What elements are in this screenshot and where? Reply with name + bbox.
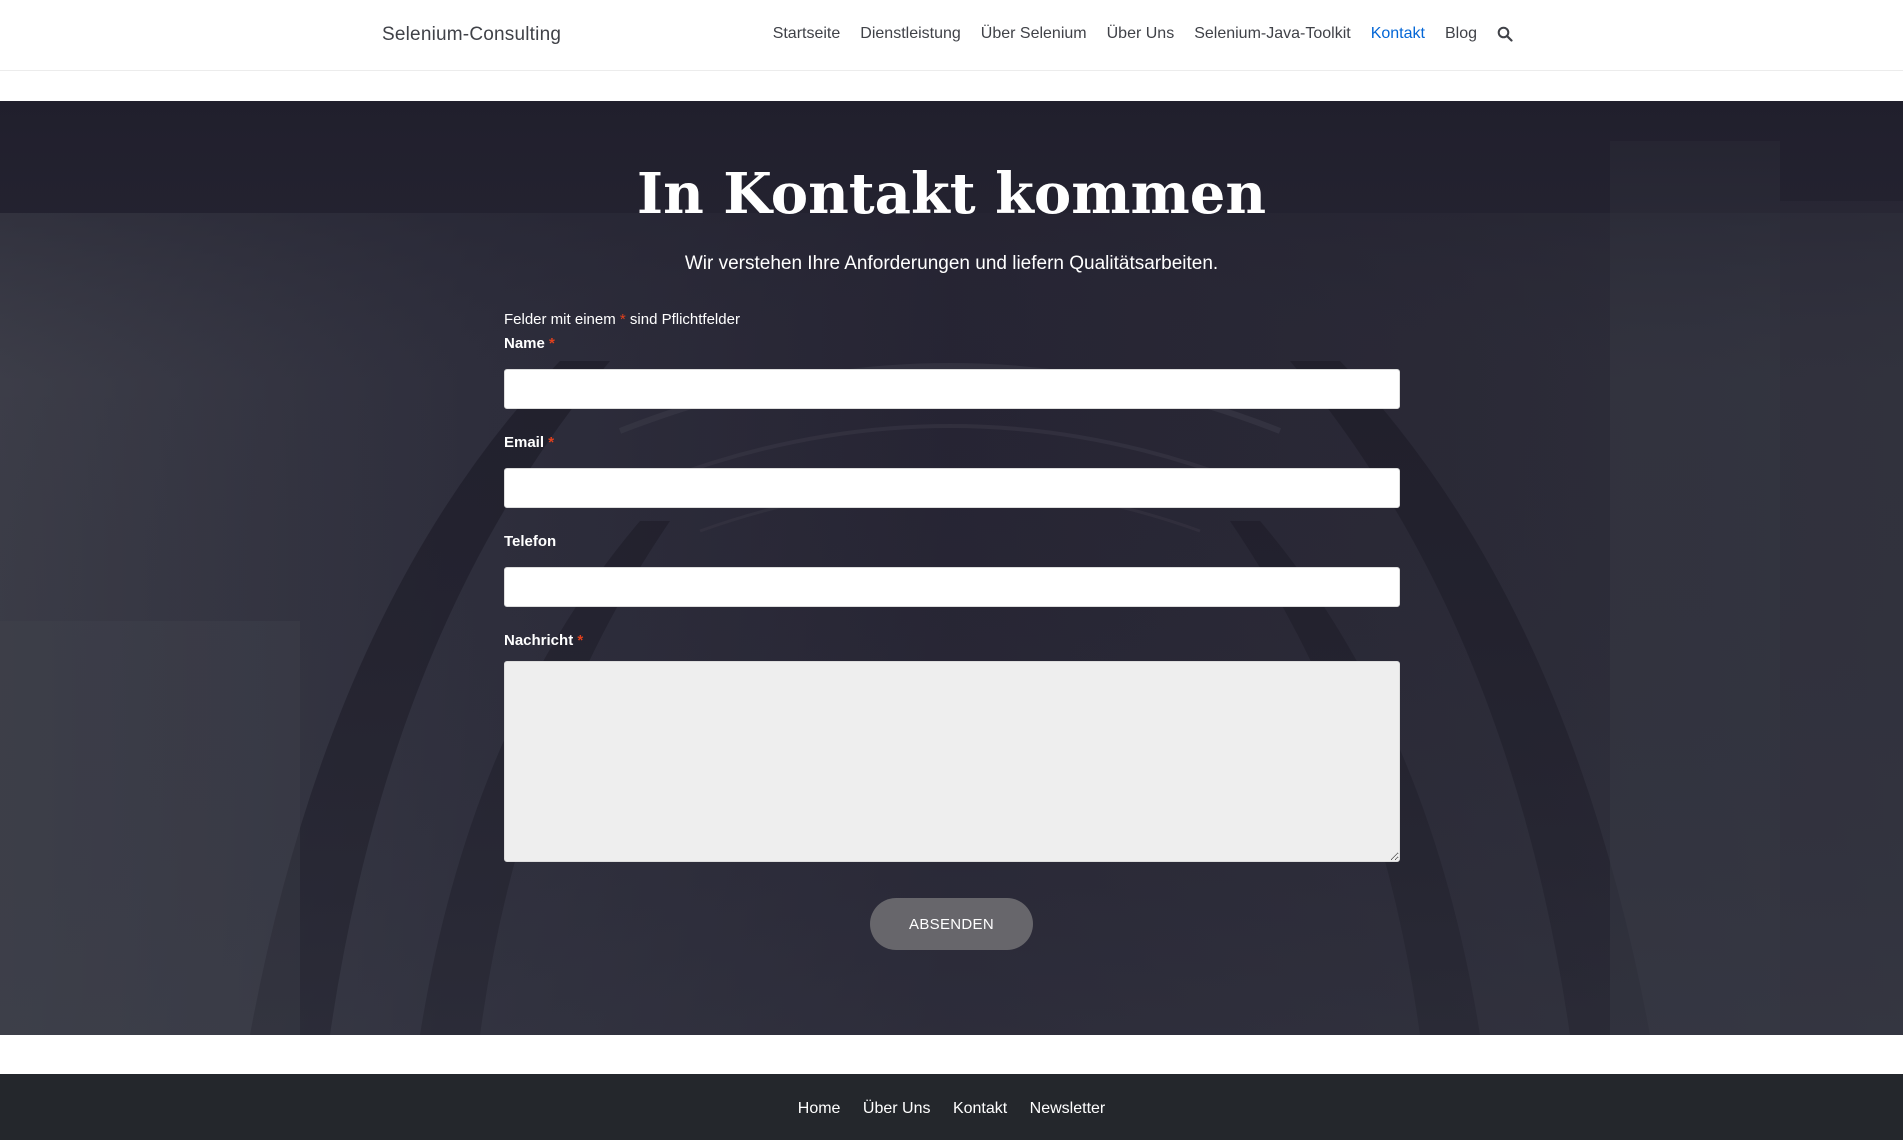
- required-marker: *: [548, 434, 555, 451]
- submit-button[interactable]: ABSENDEN: [870, 898, 1033, 950]
- page-title: In Kontakt kommen: [636, 161, 1267, 227]
- search-icon[interactable]: [1497, 26, 1513, 42]
- name-label: Name *: [504, 335, 1400, 357]
- phone-label-text: Telefon: [504, 533, 557, 550]
- name-input[interactable]: [504, 369, 1400, 409]
- email-label: Email *: [504, 434, 1400, 456]
- name-label-text: Name: [504, 335, 545, 352]
- required-marker: *: [619, 311, 626, 328]
- nav-item-ueber-uns[interactable]: Über Uns: [1107, 25, 1175, 43]
- phone-input[interactable]: [504, 567, 1400, 607]
- footer-link-kontakt[interactable]: Kontakt: [953, 1100, 1007, 1118]
- message-label-text: Nachricht: [504, 632, 574, 649]
- nav-item-kontakt[interactable]: Kontakt: [1371, 25, 1425, 43]
- page-subtitle: Wir verstehen Ihre Anforderungen und lie…: [684, 253, 1219, 274]
- email-label-text: Email: [504, 434, 545, 451]
- footer-link-newsletter[interactable]: Newsletter: [1030, 1100, 1106, 1118]
- nav-item-ueber-selenium[interactable]: Über Selenium: [981, 25, 1087, 43]
- site-title[interactable]: Selenium-Consulting: [382, 24, 561, 46]
- name-field-group: Name *: [504, 335, 1400, 434]
- required-marker: *: [577, 632, 584, 649]
- phone-field-group: Telefon: [504, 533, 1400, 632]
- footer-link-home[interactable]: Home: [798, 1100, 841, 1118]
- nav-item-blog[interactable]: Blog: [1445, 25, 1477, 43]
- nav-item-dienstleistung[interactable]: Dienstleistung: [860, 25, 961, 43]
- site-footer: Home Über Uns Kontakt Newsletter: [0, 1074, 1903, 1140]
- required-note-suffix: sind Pflichtfelder: [629, 311, 740, 328]
- required-marker: *: [549, 335, 555, 352]
- nav-item-selenium-java-toolkit[interactable]: Selenium-Java-Toolkit: [1194, 25, 1351, 43]
- message-textarea[interactable]: [504, 661, 1400, 862]
- contact-hero: In Kontakt kommen Wir verstehen Ihre Anf…: [0, 101, 1903, 1035]
- contact-form: Felder mit einem * sind Pflichtfelder Na…: [504, 311, 1400, 862]
- nav-item-startseite[interactable]: Startseite: [773, 25, 841, 43]
- footer-nav: Home Über Uns Kontakt Newsletter: [0, 1100, 1903, 1118]
- phone-label: Telefon: [504, 533, 1400, 555]
- email-field-group: Email *: [504, 434, 1400, 533]
- site-header: Selenium-Consulting Startseite Dienstlei…: [0, 0, 1903, 71]
- required-fields-note: Felder mit einem * sind Pflichtfelder: [504, 311, 1400, 335]
- required-note-prefix: Felder mit einem: [504, 311, 616, 328]
- message-field-group: Nachricht *: [504, 632, 1400, 862]
- email-input[interactable]: [504, 468, 1400, 508]
- message-label: Nachricht *: [504, 632, 1400, 649]
- main-nav: Startseite Dienstleistung Über Selenium …: [753, 25, 1513, 43]
- footer-link-ueber-uns[interactable]: Über Uns: [863, 1100, 931, 1118]
